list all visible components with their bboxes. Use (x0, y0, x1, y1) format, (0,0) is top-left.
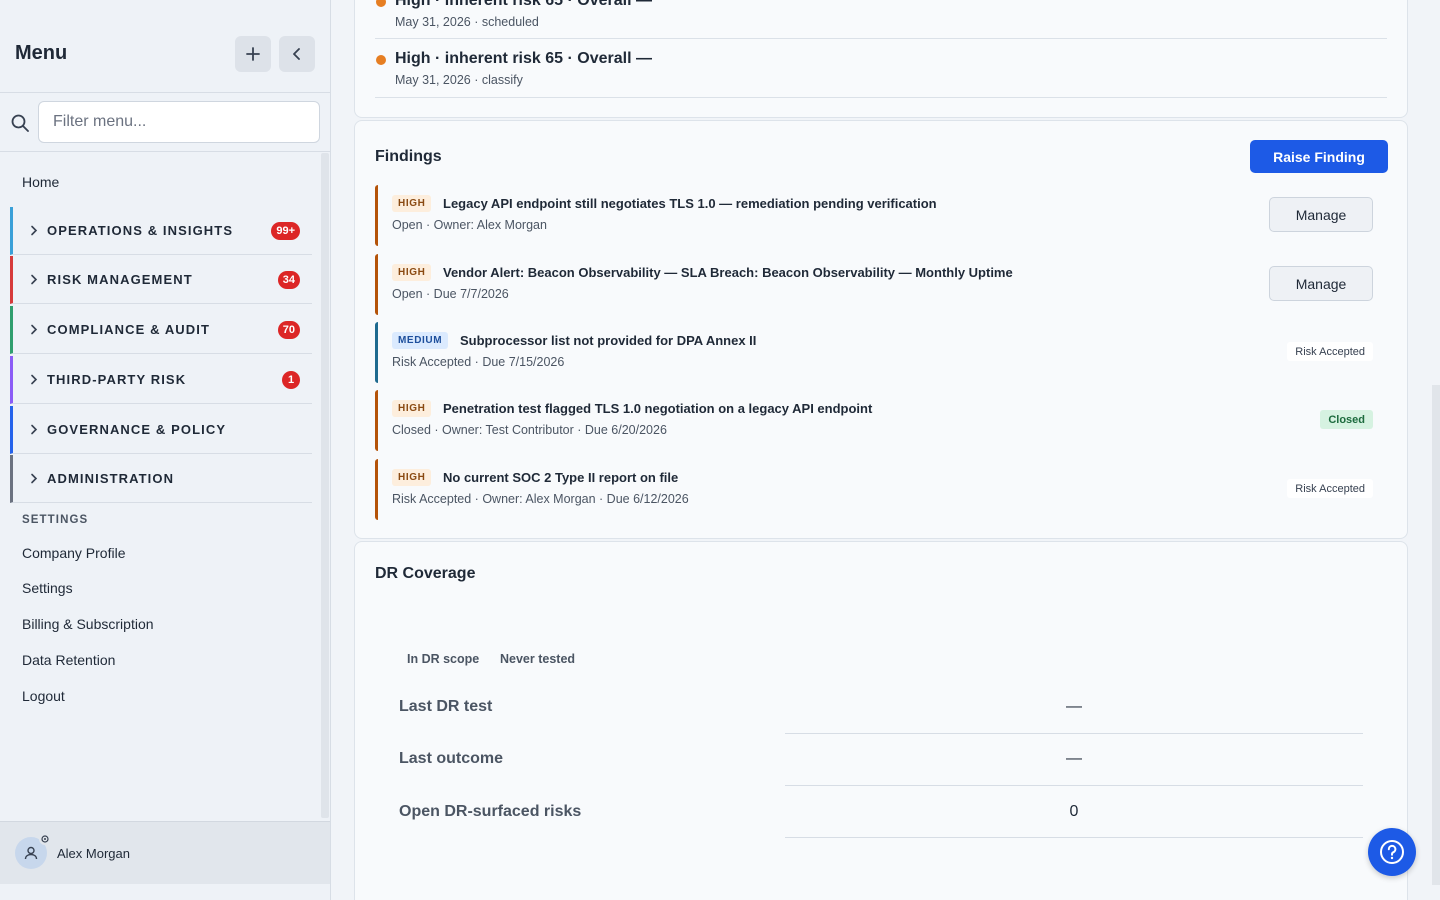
sidebar-item-billing[interactable]: Billing & Subscription (22, 616, 154, 632)
dr-row-label: Last outcome (399, 750, 504, 767)
sidebar-item-settings[interactable]: Settings (22, 580, 73, 596)
dr-row-value: 0 (1069, 803, 1079, 820)
dr-coverage-title: DR Coverage (375, 565, 476, 582)
status-badge: Closed (1320, 410, 1373, 429)
dr-test-status-tag: Never tested (500, 652, 576, 666)
count-badge: 70 (277, 320, 300, 339)
divider (785, 837, 1363, 838)
status-badge: Risk Accepted (1287, 342, 1373, 361)
chevron-right-icon (31, 473, 38, 484)
severity-badge: HIGH (392, 400, 432, 417)
user-icon (24, 846, 38, 860)
finding-meta: Closed · Owner: Test Contributor · Due 6… (392, 423, 667, 437)
sidebar-item-data-retention[interactable]: Data Retention (22, 652, 115, 668)
activity-title: High · inherent risk 65 · Overall — (395, 0, 652, 9)
finding-title: No current SOC 2 Type II report on file (443, 470, 679, 485)
finding-title: Penetration test flagged TLS 1.0 negotia… (443, 401, 873, 416)
settings-heading: SETTINGS (22, 514, 89, 526)
activity-subtitle: May 31, 2026 · classify (395, 73, 523, 87)
severity-badge: HIGH (392, 469, 432, 486)
sidebar-group-label: ADMINISTRATION (47, 471, 175, 486)
finding-item: HIGH Penetration test flagged TLS 1.0 ne… (375, 390, 1387, 451)
chevron-right-icon (31, 374, 38, 385)
sidebar-group-administration[interactable]: ADMINISTRATION (10, 455, 312, 503)
severity-badge: HIGH (392, 264, 432, 281)
help-button[interactable] (1368, 828, 1416, 876)
manage-button[interactable]: Manage (1269, 266, 1373, 301)
add-button[interactable] (235, 36, 271, 72)
page-scrollbar[interactable] (1432, 385, 1440, 885)
dr-row-value: — (1066, 750, 1082, 767)
user-footer[interactable]: Alex Morgan (0, 821, 330, 884)
count-badge: 1 (282, 370, 300, 389)
dr-row-value: — (1066, 698, 1082, 715)
chevron-left-icon (293, 48, 300, 60)
finding-title: Vendor Alert: Beacon Observability — SLA… (443, 265, 1013, 280)
dr-row-label: Open DR-surfaced risks (399, 803, 582, 820)
status-dot (376, 0, 386, 7)
menu-filter (0, 93, 330, 152)
activity-subtitle: May 31, 2026 · scheduled (395, 15, 539, 29)
sidebar-title: Menu (15, 42, 68, 64)
activity-title: High · inherent risk 65 · Overall — (395, 50, 652, 67)
chevron-right-icon (31, 225, 38, 236)
sidebar-group-label: GOVERNANCE & POLICY (47, 422, 227, 437)
gear-icon (39, 833, 51, 845)
sidebar-group-label: THIRD-PARTY RISK (47, 372, 187, 387)
plus-icon (246, 47, 260, 61)
search-icon (11, 114, 29, 132)
findings-title: Findings (375, 148, 442, 165)
avatar[interactable] (15, 833, 51, 869)
collapse-sidebar-button[interactable] (279, 36, 315, 72)
sidebar: Menu Home OPERATIONS & INSIGHTS 99+ RISK… (0, 0, 331, 900)
chevron-right-icon (31, 424, 38, 435)
sidebar-group-label: COMPLIANCE & AUDIT (47, 322, 211, 337)
count-badge: 99+ (271, 221, 300, 240)
dr-row-label: Last DR test (399, 698, 493, 715)
sidebar-group-label: RISK MANAGEMENT (47, 272, 193, 287)
finding-item: HIGH No current SOC 2 Type II report on … (375, 459, 1387, 520)
sidebar-scrollbar[interactable] (321, 153, 329, 818)
sidebar-group-third-party[interactable]: THIRD-PARTY RISK 1 (10, 356, 312, 404)
raise-finding-button[interactable]: Raise Finding (1250, 140, 1388, 173)
status-dot (376, 55, 386, 65)
findings-card: Findings Raise Finding HIGH Legacy API e… (354, 120, 1408, 539)
finding-meta: Open · Due 7/7/2026 (392, 287, 509, 301)
sidebar-group-operations[interactable]: OPERATIONS & INSIGHTS 99+ (10, 207, 312, 255)
divider (785, 785, 1363, 786)
sidebar-nav: Home OPERATIONS & INSIGHTS 99+ RISK MANA… (0, 153, 320, 820)
user-name: Alex Morgan (57, 846, 130, 861)
count-badge: 34 (277, 270, 300, 289)
manage-button[interactable]: Manage (1269, 197, 1373, 232)
status-badge: Risk Accepted (1287, 479, 1373, 498)
severity-badge: MEDIUM (392, 332, 449, 349)
finding-title: Legacy API endpoint still negotiates TLS… (443, 196, 937, 211)
chevron-right-icon (31, 274, 38, 285)
sidebar-group-label: OPERATIONS & INSIGHTS (47, 223, 234, 238)
sidebar-item-home[interactable]: Home (22, 174, 59, 190)
dr-scope-tag: In DR scope (407, 652, 480, 666)
sidebar-header: Menu (0, 0, 330, 93)
sidebar-group-risk[interactable]: RISK MANAGEMENT 34 (10, 256, 312, 304)
finding-meta: Risk Accepted · Due 7/15/2026 (392, 355, 565, 369)
finding-item: HIGH Vendor Alert: Beacon Observability … (375, 254, 1387, 315)
activity-row: High · inherent risk 65 · Overall — May … (375, 39, 1387, 98)
sidebar-group-governance[interactable]: GOVERNANCE & POLICY (10, 406, 312, 454)
sidebar-item-company-profile[interactable]: Company Profile (22, 545, 126, 561)
finding-meta: Open · Owner: Alex Morgan (392, 218, 547, 232)
filter-menu-input[interactable] (38, 101, 320, 143)
sidebar-item-logout[interactable]: Logout (22, 688, 65, 704)
severity-badge: HIGH (392, 195, 432, 212)
help-icon (1380, 840, 1404, 864)
activity-card: High · inherent risk 65 · Overall — May … (354, 0, 1408, 118)
finding-title: Subprocessor list not provided for DPA A… (460, 333, 757, 348)
chevron-right-icon (31, 324, 38, 335)
finding-meta: Risk Accepted · Owner: Alex Morgan · Due… (392, 492, 689, 506)
finding-item: HIGH Legacy API endpoint still negotiate… (375, 185, 1387, 246)
finding-item: MEDIUM Subprocessor list not provided fo… (375, 322, 1387, 383)
dr-coverage-card: DR Coverage In DR scope Never tested Las… (354, 541, 1408, 900)
sidebar-group-compliance[interactable]: COMPLIANCE & AUDIT 70 (10, 306, 312, 354)
activity-row: High · inherent risk 65 · Overall — May … (375, 0, 1387, 39)
divider (785, 733, 1363, 734)
